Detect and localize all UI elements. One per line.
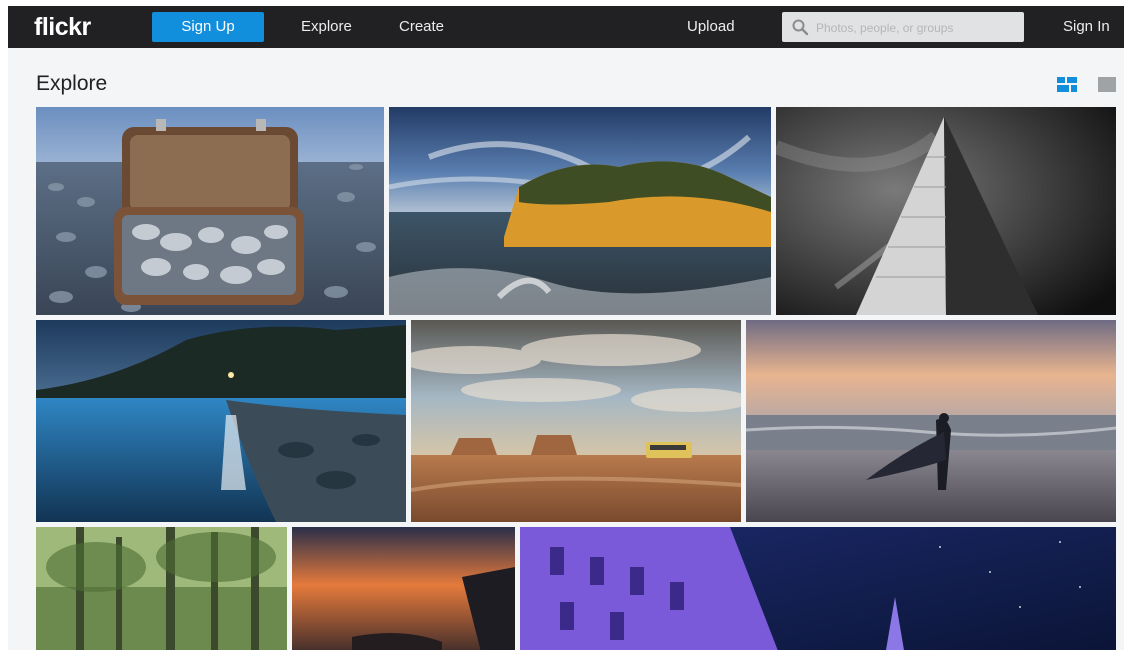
skyscraper-photo	[776, 107, 1116, 315]
suitcase-pebbles-photo	[36, 107, 384, 315]
flickr-logo[interactable]: flickr	[34, 13, 91, 41]
beach-scarf-photo	[746, 320, 1116, 522]
photo-tile-desert-bus[interactable]	[411, 320, 741, 522]
golden-cliff-photo	[389, 107, 771, 315]
sign-up-button[interactable]: Sign Up	[152, 12, 264, 42]
photo-tile-skyscraper[interactable]	[776, 107, 1116, 315]
blue-lake-photo	[36, 320, 406, 522]
forest-photo	[36, 527, 287, 650]
upload-link[interactable]: Upload	[687, 6, 735, 48]
photo-tile-golden-cliff[interactable]	[389, 107, 771, 315]
photo-tile-forest[interactable]	[36, 527, 287, 650]
cathedral-photo	[520, 527, 1116, 650]
page-title: Explore	[36, 72, 108, 95]
sign-in-link[interactable]: Sign In	[1063, 6, 1110, 48]
photo-tile-blue-lake[interactable]	[36, 320, 406, 522]
photo-tile-beach-scarf[interactable]	[746, 320, 1116, 522]
create-link[interactable]: Create	[399, 6, 444, 48]
sunset-sea-photo	[292, 527, 515, 650]
search-icon	[792, 19, 809, 36]
justified-view-icon[interactable]	[1057, 76, 1077, 94]
search-input[interactable]	[814, 17, 1018, 39]
top-nav: flickr Sign Up Explore Create Upload Sig…	[8, 6, 1124, 48]
single-view-icon[interactable]	[1098, 76, 1116, 94]
photo-tile-sunset-sea[interactable]	[292, 527, 515, 650]
explore-link[interactable]: Explore	[301, 6, 352, 48]
photo-tile-cathedral[interactable]	[520, 527, 1116, 650]
desert-bus-photo	[411, 320, 741, 522]
photo-tile-suitcase[interactable]	[36, 107, 384, 315]
search-box[interactable]	[782, 12, 1024, 42]
page: flickr Sign Up Explore Create Upload Sig…	[8, 6, 1124, 650]
